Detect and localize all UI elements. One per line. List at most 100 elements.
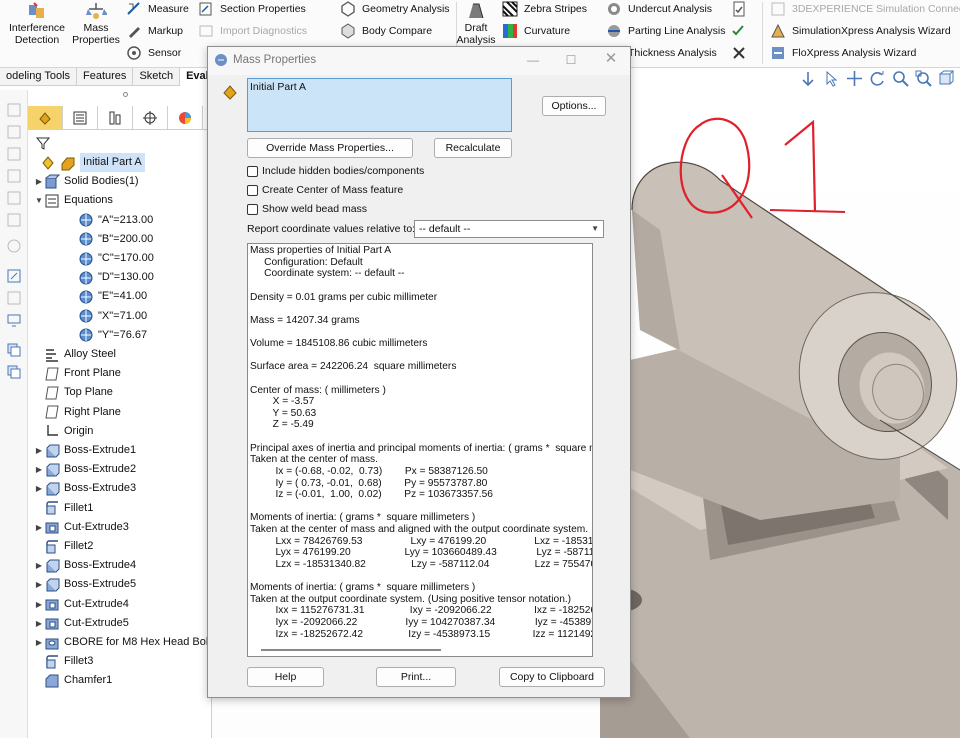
expand-arrow-icon[interactable]: ▶ <box>34 172 44 191</box>
coordinate-system-select[interactable]: -- default -- ▼ <box>414 220 604 238</box>
override-mass-properties-button[interactable]: Override Mass Properties... <box>247 138 413 158</box>
parting-line-analysis-button[interactable]: Parting Line Analysis <box>606 22 725 40</box>
tree-item[interactable]: ▼ Equations <box>34 191 113 210</box>
tree-item[interactable]: "B"=200.00 <box>68 230 153 249</box>
tree-item[interactable]: ▶ Boss-Extrude2 <box>34 460 136 479</box>
checkbox-box[interactable] <box>247 203 258 215</box>
expand-arrow-icon[interactable]: ▶ <box>34 441 44 460</box>
section-properties-button[interactable]: Section Properties <box>198 0 306 18</box>
view-icon[interactable] <box>6 212 22 228</box>
expand-arrow-icon[interactable]: ▶ <box>34 614 44 633</box>
expand-arrow-icon[interactable]: ▶ <box>34 595 44 614</box>
collapse-arrow-icon[interactable]: ▼ <box>34 191 44 210</box>
copy-icon[interactable] <box>6 342 22 358</box>
tab-featuremanager[interactable] <box>28 106 63 130</box>
selected-items-list[interactable]: Initial Part A <box>247 78 512 132</box>
tree-item[interactable]: Right Plane <box>34 403 121 422</box>
expand-arrow-icon[interactable]: ▶ <box>34 633 44 652</box>
sketch-icon[interactable] <box>6 268 22 284</box>
view-orientation-icon[interactable] <box>938 70 955 87</box>
help-button[interactable]: Help <box>247 667 324 687</box>
mass-properties-results[interactable]: Mass properties of Initial Part A Config… <box>247 243 593 657</box>
filter-icon[interactable] <box>36 136 50 150</box>
expand-arrow-icon[interactable]: ▶ <box>34 518 44 537</box>
curvature-button[interactable]: Curvature <box>502 22 570 40</box>
checkbox-box[interactable] <box>247 165 258 177</box>
tree-item[interactable]: ▶ Boss-Extrude5 <box>34 575 136 594</box>
tree-item[interactable]: "X"=71.00 <box>68 307 147 326</box>
options-button[interactable]: Options... <box>542 96 606 116</box>
rotate-icon[interactable] <box>869 70 886 87</box>
copy-to-clipboard-button[interactable]: Copy to Clipboard <box>499 667 605 687</box>
import-diagnostics-button[interactable]: Import Diagnostics <box>198 22 307 40</box>
tree-item[interactable]: ▶ Boss-Extrude3 <box>34 479 136 498</box>
expand-arrow-icon[interactable]: ▶ <box>34 575 44 594</box>
interference-detection-button[interactable]: Interference Detection <box>4 2 70 46</box>
dialog-titlebar[interactable]: Mass Properties — ☐ ✕ <box>208 47 630 75</box>
tree-item[interactable]: ▶ Cut-Extrude5 <box>34 614 129 633</box>
view-icon[interactable] <box>6 146 22 162</box>
recalculate-button[interactable]: Recalculate <box>434 138 512 158</box>
tree-item[interactable]: ▶ Cut-Extrude3 <box>34 518 129 537</box>
minimize-button[interactable]: — <box>526 53 540 67</box>
draft-analysis-button[interactable]: Draft Analysis <box>456 2 496 46</box>
zoom-area-icon[interactable] <box>915 70 932 87</box>
tree-item[interactable]: "D"=130.00 <box>68 268 154 287</box>
simulationxpress-button[interactable]: SimulationXpress Analysis Wizard <box>770 22 951 40</box>
tree-item[interactable]: "A"=213.00 <box>68 211 153 230</box>
undercut-analysis-button[interactable]: Undercut Analysis <box>606 0 712 18</box>
view-icon[interactable] <box>6 190 22 206</box>
ribbon-tool-a[interactable] <box>731 0 747 18</box>
expand-arrow-icon[interactable]: ▶ <box>34 460 44 479</box>
panel-grip[interactable] <box>123 92 128 97</box>
ribbon-tool-b[interactable] <box>731 22 747 40</box>
tree-item[interactable]: Chamfer1 <box>34 671 112 690</box>
select-arrow-icon[interactable] <box>823 70 840 87</box>
tree-item[interactable]: ▶ Cut-Extrude4 <box>34 595 129 614</box>
tab-configurationmanager[interactable] <box>98 106 133 130</box>
tab-displaymanager[interactable] <box>168 106 203 130</box>
horizontal-scrollbar[interactable] <box>261 649 441 651</box>
zebra-stripes-button[interactable]: Zebra Stripes <box>502 0 587 18</box>
tree-item[interactable]: Fillet1 <box>34 499 93 518</box>
tree-item[interactable]: Fillet2 <box>34 537 93 556</box>
floxpress-button[interactable]: FloXpress Analysis Wizard <box>770 44 916 62</box>
tree-item[interactable]: "C"=170.00 <box>68 249 154 268</box>
tab-dimxpertmanager[interactable] <box>133 106 168 130</box>
sensor-button[interactable]: Sensor <box>126 44 181 62</box>
markup-button[interactable]: Markup <box>126 22 183 40</box>
tree-item[interactable]: Initial Part A <box>30 153 145 172</box>
tree-item[interactable]: Front Plane <box>34 364 121 383</box>
view-icon[interactable] <box>6 290 22 306</box>
print-button[interactable]: Print... <box>376 667 456 687</box>
tree-item[interactable]: ▶ Boss-Extrude4 <box>34 556 136 575</box>
close-button[interactable]: ✕ <box>604 51 618 66</box>
expand-arrow-icon[interactable]: ▶ <box>34 479 44 498</box>
tree-item[interactable]: ▶ Solid Bodies(1) <box>34 172 139 191</box>
copy-icon[interactable] <box>6 364 22 380</box>
expand-arrow-icon[interactable]: ▶ <box>34 556 44 575</box>
ribbon-tool-c[interactable] <box>731 44 747 62</box>
tab-propertymanager[interactable] <box>63 106 98 130</box>
display-icon[interactable] <box>6 312 22 328</box>
show-weld-bead-mass-checkbox[interactable]: Show weld bead mass <box>247 202 367 216</box>
tab-modeling-tools[interactable]: odeling Tools <box>0 68 78 86</box>
include-hidden-bodies-checkbox[interactable]: Include hidden bodies/components <box>247 164 424 178</box>
tab-features[interactable]: Features <box>77 68 134 86</box>
tree-item[interactable]: Origin <box>34 422 93 441</box>
view-icon[interactable] <box>6 238 22 254</box>
tree-item[interactable]: Top Plane <box>34 383 113 402</box>
tree-item[interactable]: ▶ CBORE for M8 Hex Head Bolt <box>34 633 211 652</box>
selected-item[interactable]: Initial Part A <box>250 81 306 93</box>
body-compare-button[interactable]: Body Compare <box>340 22 432 40</box>
geometry-analysis-button[interactable]: Geometry Analysis <box>340 0 450 18</box>
checkbox-box[interactable] <box>247 184 258 196</box>
zoom-to-fit-icon[interactable] <box>800 70 817 87</box>
pan-icon[interactable] <box>846 70 863 87</box>
maximize-button[interactable]: ☐ <box>564 53 578 67</box>
tree-item[interactable]: Fillet3 <box>34 652 93 671</box>
measure-button[interactable]: Measure <box>126 0 189 18</box>
view-icon[interactable] <box>6 102 22 118</box>
view-icon[interactable] <box>6 168 22 184</box>
mass-properties-button[interactable]: Mass Properties <box>70 2 122 46</box>
